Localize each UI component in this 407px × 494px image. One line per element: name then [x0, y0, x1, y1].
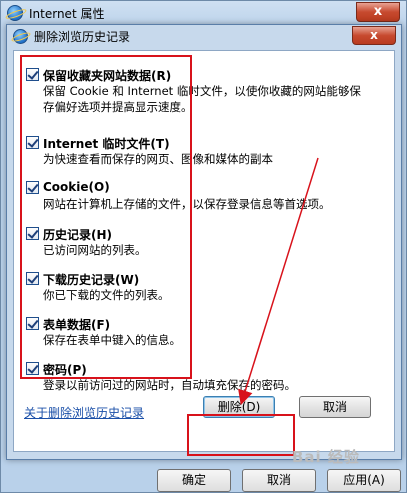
dialog-body: 保留收藏夹网站数据(R) 保留 Cookie 和 Internet 临时文件，以…	[13, 50, 395, 452]
outer-button-row: 确定 取消 应用(A)	[1, 465, 406, 494]
checkbox-history[interactable]	[26, 227, 39, 240]
dialog-close-button[interactable]: x	[352, 26, 396, 45]
checkbox-passwords[interactable]	[26, 362, 39, 375]
checkbox-preserve-favorites[interactable]	[26, 68, 39, 81]
internet-explorer-icon	[7, 5, 23, 21]
option-title: 表单数据(F)	[43, 318, 111, 332]
option-title: 下载历史记录(W)	[43, 273, 140, 287]
internet-explorer-icon	[13, 28, 28, 44]
dialog-title: 删除浏览历史记录	[34, 29, 131, 44]
checkbox-download-history[interactable]	[26, 272, 39, 285]
option-description: 已访问网站的列表。	[43, 243, 147, 257]
option-title: 历史记录(H)	[43, 228, 113, 242]
checkbox-cookies[interactable]	[26, 181, 39, 194]
option-description: 保存在表单中键入的信息。	[43, 333, 181, 347]
outer-title-bar: Internet 属性 x	[1, 1, 406, 25]
option-title: Internet 临时文件(T)	[43, 137, 170, 151]
option-title: 保留收藏夹网站数据(R)	[43, 69, 172, 83]
outer-cancel-button[interactable]: 取消	[242, 469, 316, 492]
delete-button[interactable]: 删除(D)	[203, 396, 275, 418]
apply-button[interactable]: 应用(A)	[327, 469, 401, 492]
dialog-title-bar: 删除浏览历史记录 x	[7, 25, 401, 47]
option-description: 你已下载的文件的列表。	[43, 288, 170, 302]
delete-history-dialog: 删除浏览历史记录 x 保留收藏夹网站数据(R) 保留 Cookie 和 Inte…	[6, 24, 402, 460]
option-title: Cookie(O)	[43, 180, 110, 194]
option-description: 为快速查看而保存的网页、图像和媒体的副本	[43, 152, 273, 166]
dialog-cancel-button[interactable]: 取消	[299, 396, 371, 418]
help-link[interactable]: 关于删除浏览历史记录	[24, 404, 144, 421]
ok-button[interactable]: 确定	[157, 469, 231, 492]
option-title: 密码(P)	[43, 363, 87, 377]
option-description: 网站在计算机上存储的文件，以保存登录信息等首选项。	[43, 197, 331, 211]
option-description: 保留 Cookie 和 Internet 临时文件，以使你收藏的网站能够保存偏好…	[43, 84, 361, 114]
checkbox-form-data[interactable]	[26, 317, 39, 330]
option-description: 登录以前访问过的网站时，自动填充保存的密码。	[43, 378, 296, 392]
checkbox-temporary-files[interactable]	[26, 136, 39, 149]
watermark: Bai 经验	[292, 448, 360, 466]
outer-window-title: Internet 属性	[29, 6, 105, 21]
outer-close-button[interactable]: x	[356, 2, 400, 22]
